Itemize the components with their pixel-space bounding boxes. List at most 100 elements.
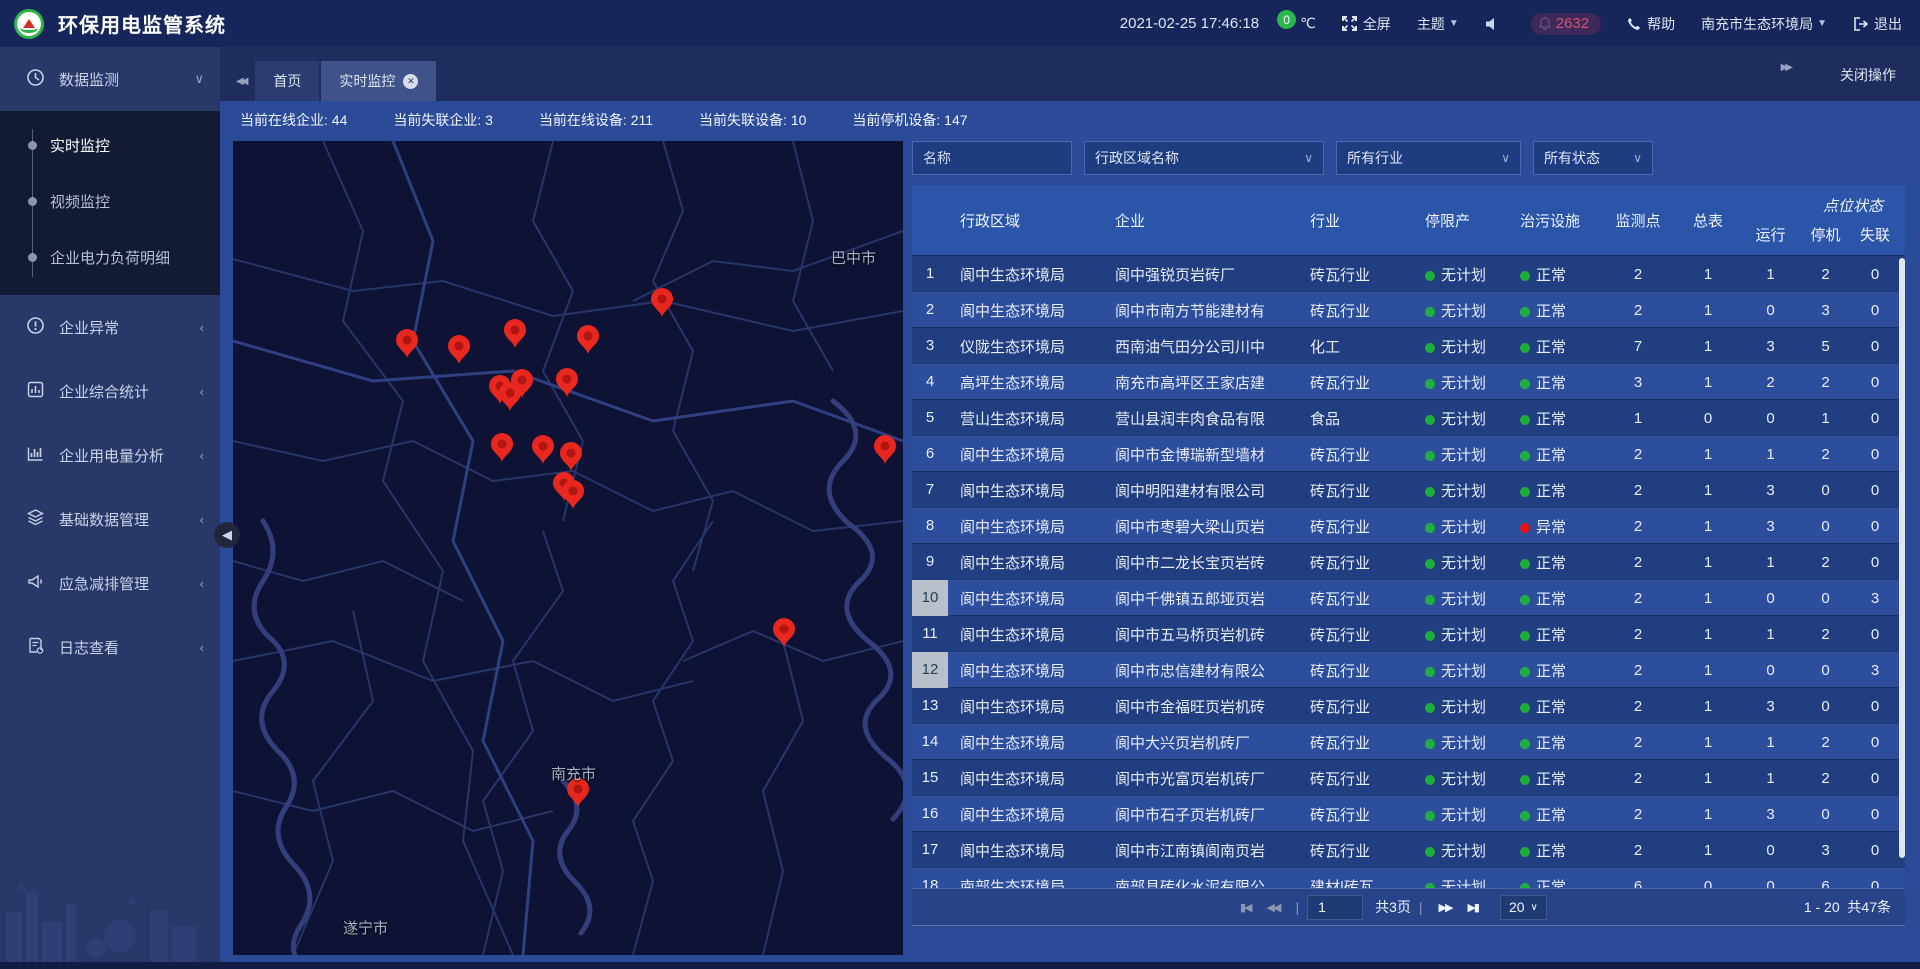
status-select[interactable]: 所有状态∨ [1533,141,1653,175]
map-pin[interactable] [502,318,528,350]
cell-meters: 1 [1673,266,1743,283]
page-number-input[interactable] [1307,895,1363,920]
sidebar-item-1[interactable]: 企业异常‹ [0,295,220,359]
cell-stop: 0 [1798,806,1853,823]
alert-icon [26,316,45,339]
status-dot-icon [1520,307,1530,317]
sidebar-item-6[interactable]: 日志查看‹ [0,615,220,679]
map-panel[interactable]: 巴中市南充市遂宁市 [233,141,903,955]
cell-stop: 2 [1798,374,1853,391]
cell-lost: 0 [1853,806,1897,823]
map-pin[interactable] [649,287,675,319]
tabs-scroll-left-button[interactable]: ◀◀ [220,76,255,101]
table-row[interactable]: 11阆中生态环境局阆中市五马桥页岩机砖砖瓦行业无计划正常21120 [912,615,1905,651]
table-row[interactable]: 1阆中生态环境局阆中强锐页岩砖厂砖瓦行业无计划正常21120 [912,255,1905,291]
status-dot-icon [1425,775,1435,785]
table-row[interactable]: 13阆中生态环境局阆中市金福旺页岩机砖砖瓦行业无计划正常21300 [912,687,1905,723]
cell-facility: 正常 [1508,264,1603,285]
cell-stop: 2 [1798,446,1853,463]
cell-region: 阆中生态环境局 [948,444,1103,465]
table-row[interactable]: 18南部生态环境局南部县砖化水泥有限公建材|砖瓦无计划正常60060 [912,867,1905,888]
cell-meters: 1 [1673,590,1743,607]
table-row[interactable]: 12阆中生态环境局阆中市忠信建材有限公砖瓦行业无计划正常21003 [912,651,1905,687]
table-row[interactable]: 4高坪生态环境局南充市高坪区王家店建砖瓦行业无计划正常31220 [912,363,1905,399]
table-row[interactable]: 16阆中生态环境局阆中市石子页岩机砖厂砖瓦行业无计划正常21300 [912,795,1905,831]
theme-dropdown[interactable]: 主题▼ [1417,14,1459,34]
sidebar-item-4[interactable]: 基础数据管理‹ [0,487,220,551]
map-pin[interactable] [530,434,556,466]
table-row[interactable]: 3仪陇生态环境局西南油气田分公司川中化工无计划正常71350 [912,327,1905,363]
map-pin[interactable] [509,368,535,400]
table-scrollbar[interactable] [1899,258,1905,858]
logout-button[interactable]: 退出 [1853,14,1902,34]
chevron-left-icon: ‹ [200,576,204,591]
cell-production: 无计划 [1413,264,1508,285]
map-pin[interactable] [575,324,601,356]
industry-select[interactable]: 所有行业∨ [1336,141,1521,175]
org-dropdown[interactable]: 南充市生态环境局▼ [1701,14,1827,34]
map-pin[interactable] [446,334,472,366]
sidebar-item-3[interactable]: 企业用电量分析‹ [0,423,220,487]
cell-stop: 0 [1798,482,1853,499]
app-title: 环保用电监管系统 [58,9,226,38]
cell-points: 2 [1603,446,1673,463]
table-row[interactable]: 15阆中生态环境局阆中市光富页岩机砖厂砖瓦行业无计划正常21120 [912,759,1905,795]
cell-facility: 正常 [1508,588,1603,609]
cell-stop: 2 [1798,734,1853,751]
sidebar-subitem-0-2[interactable]: 企业电力负荷明细 [0,229,220,285]
table-row[interactable]: 8阆中生态环境局阆中市枣碧大梁山页岩砖瓦行业无计划异常21300 [912,507,1905,543]
table-row[interactable]: 14阆中生态环境局阆中大兴页岩机砖厂砖瓦行业无计划正常21120 [912,723,1905,759]
cell-meters: 1 [1673,806,1743,823]
page-size-select[interactable]: 20∨ [1500,895,1547,920]
next-page-button[interactable]: ▶▶ [1431,901,1460,914]
first-page-button[interactable]: ▮◀ [1232,901,1259,914]
map-pin[interactable] [872,434,898,466]
sidebar-subitem-0-0[interactable]: 实时监控 [0,117,220,173]
close-operations-button[interactable]: 关闭操作 [1840,65,1896,85]
notification-badge[interactable]: 2632 [1531,13,1601,35]
status-dot-icon [1425,271,1435,281]
sidebar-item-0[interactable]: 数据监测∨ [0,47,220,111]
col-meters: 总表 [1673,210,1743,231]
sidebar-subitem-0-1[interactable]: 视频监控 [0,173,220,229]
status-dot-icon [1425,451,1435,461]
cell-region: 南部生态环境局 [948,876,1103,889]
cell-lost: 0 [1853,734,1897,751]
pagination-summary: 1 - 20 共47条 [1804,897,1891,917]
tabs-scroll-right-button[interactable]: ▶▶ [1765,62,1800,87]
table-row[interactable]: 17阆中生态环境局阆中市江南镇阆南页岩砖瓦行业无计划正常21030 [912,831,1905,867]
fullscreen-button[interactable]: 全屏 [1342,14,1391,34]
map-pin[interactable] [554,367,580,399]
prev-page-button[interactable]: ◀◀ [1259,901,1288,914]
cell-facility: 正常 [1508,840,1603,861]
cell-facility: 正常 [1508,480,1603,501]
map-pin[interactable] [560,479,586,511]
cell-stop: 3 [1798,302,1853,319]
table-row[interactable]: 7阆中生态环境局阆中明阳建材有限公司砖瓦行业无计划正常21300 [912,471,1905,507]
sidebar-collapse-button[interactable]: ◀ [214,522,240,548]
sidebar-item-5[interactable]: 应急减排管理‹ [0,551,220,615]
table-row[interactable]: 10阆中生态环境局阆中千佛镇五郎垭页岩砖瓦行业无计划正常21003 [912,579,1905,615]
cell-run: 0 [1743,842,1798,859]
cell-run: 0 [1743,878,1798,889]
name-search-input[interactable] [912,141,1072,175]
table-row[interactable]: 5营山生态环境局营山县润丰肉食品有限食品无计划正常10010 [912,399,1905,435]
region-select[interactable]: 行政区域名称∨ [1084,141,1324,175]
table-row[interactable]: 2阆中生态环境局阆中市南方节能建材有砖瓦行业无计划正常21030 [912,291,1905,327]
mute-button[interactable] [1485,17,1505,31]
cell-meters: 1 [1673,446,1743,463]
tab-close-icon[interactable]: ✕ [403,74,418,89]
table-row[interactable]: 9阆中生态环境局阆中市二龙长宝页岩砖砖瓦行业无计划正常21120 [912,543,1905,579]
map-pin[interactable] [394,328,420,360]
tab-1[interactable]: 实时监控✕ [321,61,436,101]
table-row[interactable]: 6阆中生态环境局阆中市金博瑞新型墙材砖瓦行业无计划正常21120 [912,435,1905,471]
map-pin[interactable] [489,432,515,464]
map-pin[interactable] [558,441,584,473]
sidebar-subitem-label: 实时监控 [50,135,110,156]
tab-0[interactable]: 首页 [255,61,319,101]
last-page-button[interactable]: ▶▮ [1459,901,1486,914]
sidebar-item-2[interactable]: 企业综合统计‹ [0,359,220,423]
help-button[interactable]: 帮助 [1627,14,1675,34]
status-dot-icon [1520,667,1530,677]
map-pin[interactable] [771,617,797,649]
